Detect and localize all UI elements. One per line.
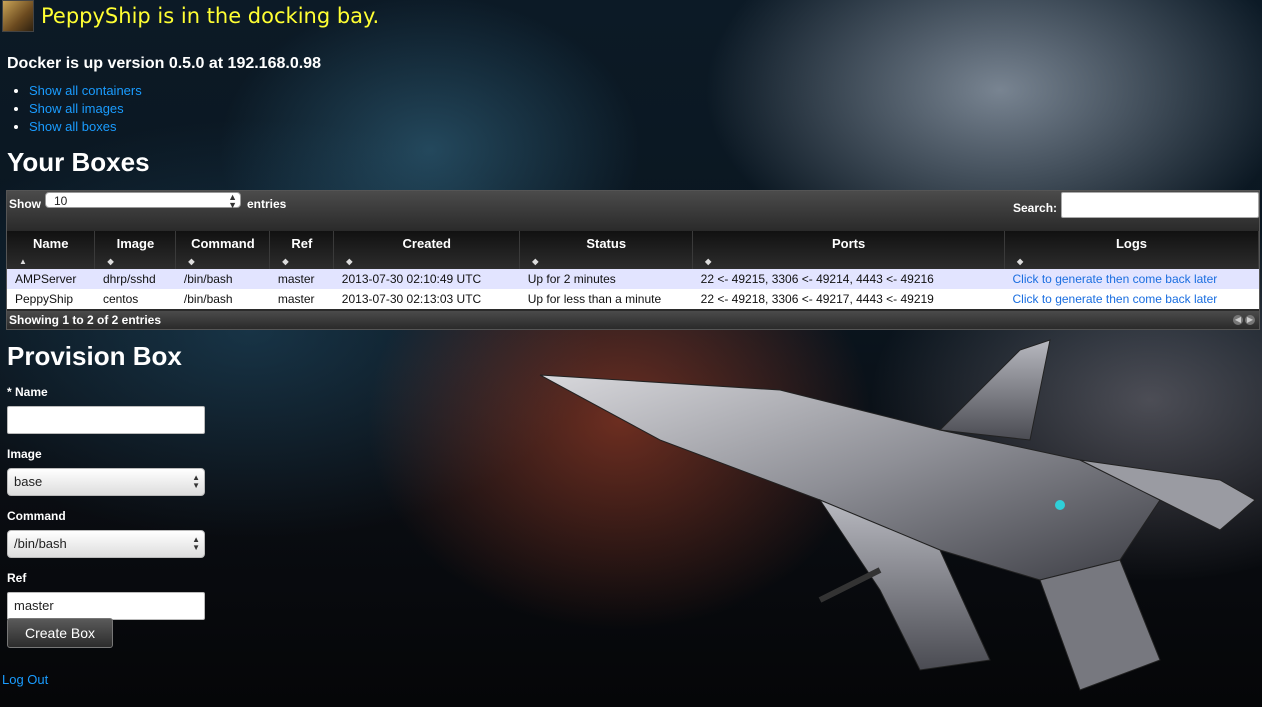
select-arrows-icon: ▲ ▼ — [192, 473, 200, 490]
column-header-ref[interactable]: Ref ◆ — [269, 231, 335, 269]
table-footer: Showing 1 to 2 of 2 entries ◀ ▶ — [7, 311, 1259, 329]
name-field[interactable] — [7, 406, 205, 434]
cell-image: dhrp/sshd — [94, 269, 176, 289]
docker-status: Docker is up version 0.5.0 at 192.168.0.… — [7, 55, 321, 72]
sort-asc-icon: ▲ — [19, 257, 27, 266]
column-header-ports[interactable]: Ports ◆ — [692, 231, 1006, 269]
column-header-image[interactable]: Image ◆ — [94, 231, 177, 269]
cell-ref: master — [269, 289, 334, 309]
pagination: ◀ ▶ — [1233, 315, 1255, 325]
table-toolbar: Show 10 ▲ ▼ entries Search: — [7, 191, 1259, 231]
boxes-table: Name ▲ Image ◆ Command ◆ Ref ◆ Created ◆ Stat… — [7, 231, 1259, 309]
column-header-logs[interactable]: Logs ◆ — [1004, 231, 1259, 269]
create-box-button[interactable]: Create Box — [7, 618, 113, 648]
entries-length-select[interactable]: 10 ▲ ▼ — [45, 192, 241, 210]
table-header-row: Name ▲ Image ◆ Command ◆ Ref ◆ Created ◆ Stat… — [7, 231, 1259, 269]
cell-ref: master — [269, 269, 334, 289]
show-all-containers-link[interactable]: Show all containers — [29, 83, 142, 98]
show-all-boxes-link[interactable]: Show all boxes — [29, 119, 116, 134]
column-header-created[interactable]: Created ◆ — [333, 231, 521, 269]
image-select-value: base — [14, 474, 43, 489]
cell-ports: 22 <- 49218, 3306 <- 49217, 4443 <- 4921… — [692, 289, 1005, 309]
show-all-images-link[interactable]: Show all images — [29, 101, 124, 116]
cell-command: /bin/bash — [175, 289, 270, 309]
name-label: * Name — [7, 385, 48, 399]
sort-icon: ◆ — [188, 257, 195, 266]
image-select[interactable]: base ▲ ▼ — [7, 468, 205, 496]
sort-icon: ◆ — [107, 257, 114, 266]
cell-status: Up for less than a minute — [519, 289, 693, 309]
table-info: Showing 1 to 2 of 2 entries — [9, 313, 162, 327]
nav-item: Show all images — [29, 100, 142, 118]
entries-label: entries — [247, 197, 287, 211]
your-boxes-heading: Your Boxes — [7, 147, 150, 177]
previous-page-icon[interactable]: ◀ — [1233, 315, 1243, 325]
cell-created: 2013-07-30 02:13:03 UTC — [333, 289, 520, 309]
column-header-name[interactable]: Name ▲ — [7, 231, 96, 269]
cell-logs: Click to generate then come back later — [1004, 269, 1259, 289]
cell-image: centos — [94, 289, 176, 309]
table-row: AMPServer dhrp/sshd /bin/bash master 201… — [7, 269, 1259, 289]
page-title: PeppyShip is in the docking bay. — [41, 4, 380, 28]
ref-field[interactable]: master — [7, 592, 205, 620]
header: PeppyShip is in the docking bay. — [0, 0, 379, 32]
show-label: Show — [9, 197, 41, 211]
cell-command: /bin/bash — [175, 269, 270, 289]
table-row: PeppyShip centos /bin/bash master 2013-0… — [7, 289, 1259, 309]
column-header-command[interactable]: Command ◆ — [175, 231, 271, 269]
sort-icon: ◆ — [532, 257, 539, 266]
ref-label: Ref — [7, 571, 27, 585]
cell-name: AMPServer — [7, 269, 95, 289]
nav-links: Show all containers Show all images Show… — [7, 82, 142, 136]
provision-form: * Name Image base ▲ ▼ Command /bin/bash ▲… — [7, 384, 207, 648]
cell-logs: Click to generate then come back later — [1004, 289, 1259, 309]
avatar — [2, 0, 34, 32]
select-arrows-icon: ▲ ▼ — [192, 535, 200, 552]
next-page-icon[interactable]: ▶ — [1245, 315, 1255, 325]
command-select-value: /bin/bash — [14, 536, 67, 551]
cell-name: PeppyShip — [7, 289, 95, 309]
cell-ports: 22 <- 49215, 3306 <- 49214, 4443 <- 4921… — [692, 269, 1005, 289]
generate-logs-link[interactable]: Click to generate then come back later — [1013, 272, 1218, 286]
select-arrows-icon: ▲ ▼ — [228, 192, 237, 210]
command-select[interactable]: /bin/bash ▲ ▼ — [7, 530, 205, 558]
entries-length-value: 10 — [54, 194, 68, 208]
sort-icon: ◆ — [346, 257, 353, 266]
logout-link[interactable]: Log Out — [2, 672, 48, 687]
nav-item: Show all containers — [29, 82, 142, 100]
column-header-status[interactable]: Status ◆ — [519, 231, 694, 269]
boxes-table-wrapper: Show 10 ▲ ▼ entries Search: Name ▲ Image ◆ … — [6, 190, 1260, 330]
cell-created: 2013-07-30 02:10:49 UTC — [333, 269, 520, 289]
sort-icon: ◆ — [705, 257, 712, 266]
sort-icon: ◆ — [1017, 257, 1024, 266]
nav-item: Show all boxes — [29, 118, 142, 136]
image-label: Image — [7, 447, 42, 461]
generate-logs-link[interactable]: Click to generate then come back later — [1013, 292, 1218, 306]
sort-icon: ◆ — [282, 257, 289, 266]
search-input[interactable] — [1061, 192, 1259, 218]
search-label: Search: — [1013, 201, 1058, 215]
command-label: Command — [7, 509, 66, 523]
provision-box-heading: Provision Box — [7, 341, 182, 371]
cell-status: Up for 2 minutes — [519, 269, 693, 289]
